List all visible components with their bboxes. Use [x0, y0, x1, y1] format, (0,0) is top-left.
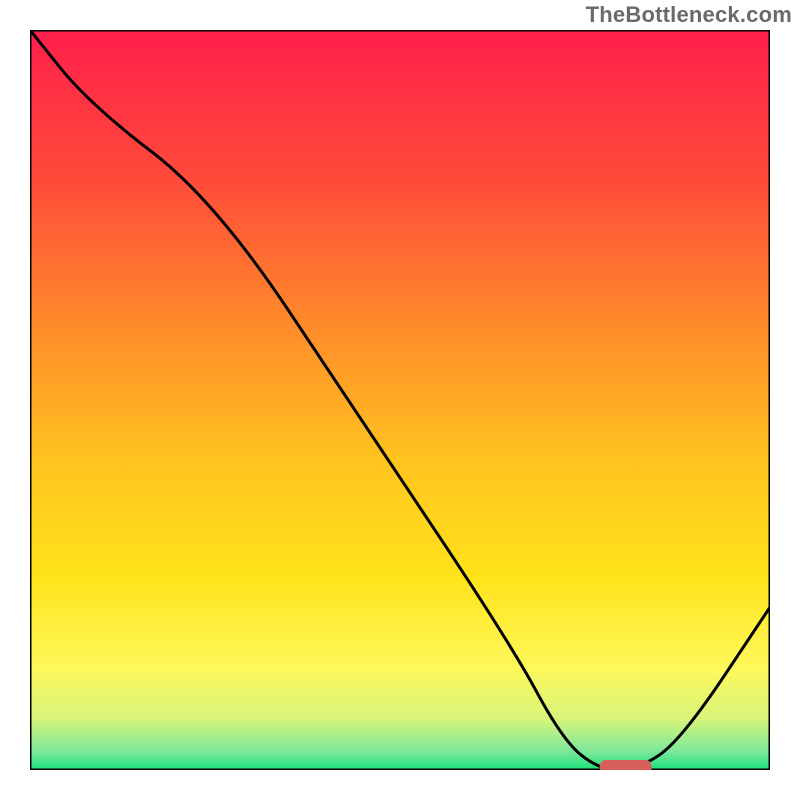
chart-container: TheBottleneck.com [0, 0, 800, 800]
chart-svg [30, 30, 770, 770]
optimum-marker [600, 760, 652, 770]
gradient-background [30, 30, 770, 770]
plot-area [30, 30, 770, 770]
watermark-text: TheBottleneck.com [586, 2, 792, 28]
